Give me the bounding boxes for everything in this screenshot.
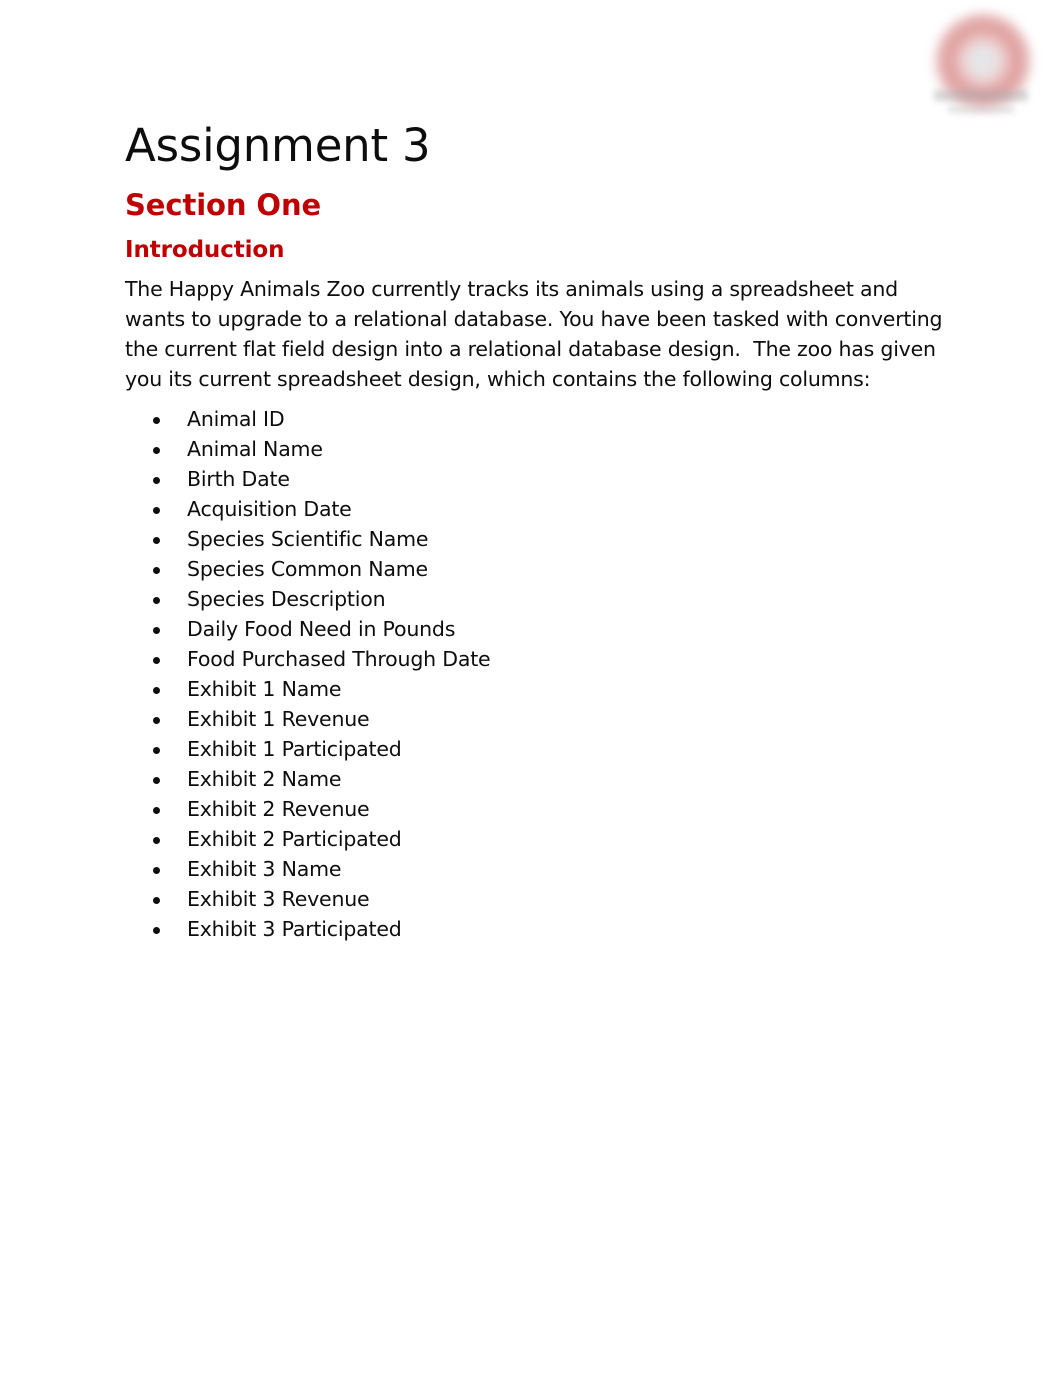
list-item-label: Species Description	[187, 587, 386, 611]
list-item: Exhibit 2 Participated	[125, 824, 825, 854]
list-item-label: Birth Date	[187, 467, 290, 491]
bullet-icon	[153, 927, 160, 934]
bullet-icon	[153, 867, 160, 874]
spreadsheet-columns-list: Animal ID Animal Name Birth Date Acquisitio…	[125, 404, 825, 944]
list-item: Species Common Name	[125, 554, 825, 584]
list-item: Daily Food Need in Pounds	[125, 614, 825, 644]
list-item: Animal Name	[125, 434, 825, 464]
list-item-label: Acquisition Date	[187, 497, 352, 521]
bullet-icon	[153, 897, 160, 904]
list-item: Exhibit 2 Name	[125, 764, 825, 794]
page-title: Assignment 3	[125, 119, 431, 172]
document-page: Assignment 3 Section One Introduction Th…	[0, 0, 1062, 1377]
list-item-label: Species Scientific Name	[187, 527, 429, 551]
list-item-label: Exhibit 3 Name	[187, 857, 342, 881]
list-item: Species Description	[125, 584, 825, 614]
list-item-label: Food Purchased Through Date	[187, 647, 491, 671]
list-item: Animal ID	[125, 404, 825, 434]
list-item: Exhibit 1 Revenue	[125, 704, 825, 734]
bullet-icon	[153, 597, 160, 604]
list-item: Exhibit 3 Name	[125, 854, 825, 884]
list-item-label: Exhibit 1 Name	[187, 677, 342, 701]
list-item-label: Exhibit 2 Participated	[187, 827, 402, 851]
bullet-icon	[153, 777, 160, 784]
section-heading: Section One	[125, 188, 322, 222]
bullet-icon	[153, 687, 160, 694]
list-item-label: Exhibit 2 Name	[187, 767, 342, 791]
list-item: Food Purchased Through Date	[125, 644, 825, 674]
introduction-paragraph: The Happy Animals Zoo currently tracks i…	[125, 277, 949, 391]
list-item-label: Animal ID	[187, 407, 285, 431]
bullet-icon	[153, 717, 160, 724]
list-item: Exhibit 2 Revenue	[125, 794, 825, 824]
bullet-icon	[153, 417, 160, 424]
list-item: Acquisition Date	[125, 494, 825, 524]
list-item-label: Species Common Name	[187, 557, 428, 581]
list-item: Exhibit 1 Participated	[125, 734, 825, 764]
bullet-icon	[153, 627, 160, 634]
list-item-label: Exhibit 3 Revenue	[187, 887, 370, 911]
subsection-heading-introduction: Introduction	[125, 237, 285, 263]
bullet-icon	[153, 537, 160, 544]
bullet-icon	[153, 447, 160, 454]
bullet-icon	[153, 567, 160, 574]
list-item: Birth Date	[125, 464, 825, 494]
bullet-icon	[153, 477, 160, 484]
list-item-label: Exhibit 3 Participated	[187, 917, 402, 941]
bullet-icon	[153, 837, 160, 844]
bullet-icon	[153, 807, 160, 814]
list-item-label: Exhibit 2 Revenue	[187, 797, 370, 821]
list-item-label: Daily Food Need in Pounds	[187, 617, 456, 641]
organization-logo-watermark	[908, 4, 1048, 130]
bullet-icon	[153, 507, 160, 514]
list-item: Exhibit 3 Participated	[125, 914, 825, 944]
logo-ring-icon	[934, 12, 1032, 110]
bullet-icon	[153, 747, 160, 754]
list-item-label: Exhibit 1 Participated	[187, 737, 402, 761]
list-item: Exhibit 3 Revenue	[125, 884, 825, 914]
list-item: Species Scientific Name	[125, 524, 825, 554]
list-item: Exhibit 1 Name	[125, 674, 825, 704]
list-item-label: Exhibit 1 Revenue	[187, 707, 370, 731]
list-item-label: Animal Name	[187, 437, 323, 461]
bullet-icon	[153, 657, 160, 664]
logo-wordmark-icon	[922, 88, 1040, 122]
